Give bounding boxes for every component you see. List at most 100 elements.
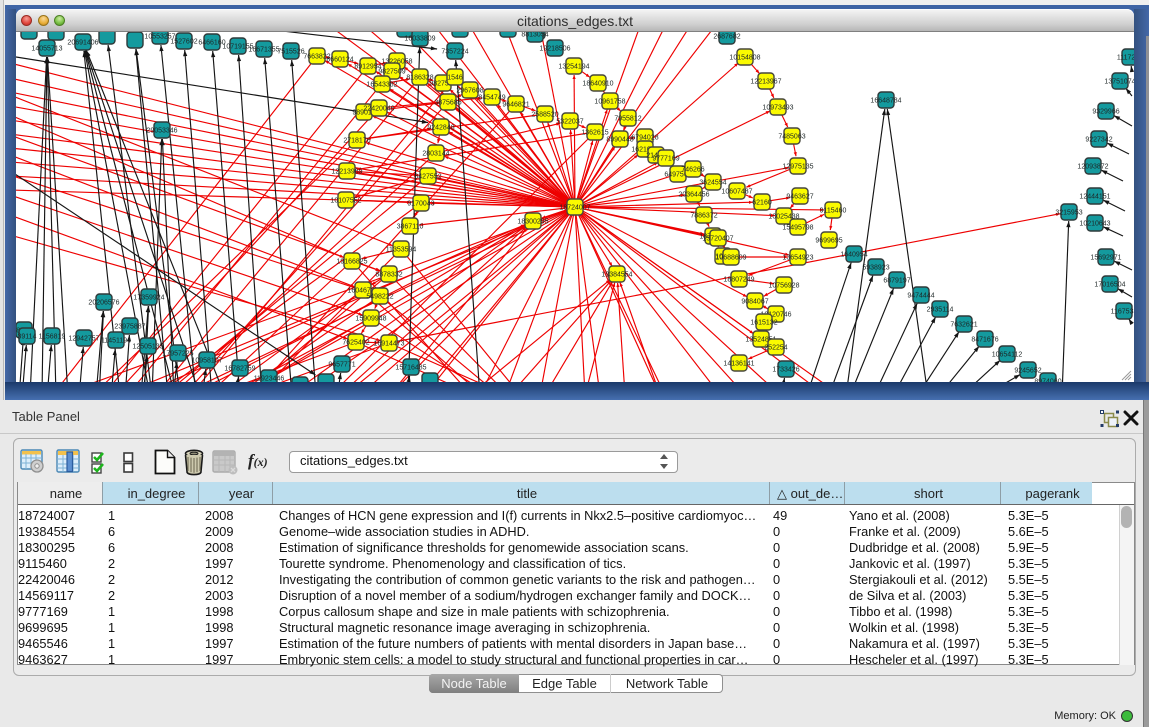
svg-text:7625402: 7625402: [342, 340, 369, 347]
svg-text:8813054: 8813054: [521, 32, 548, 39]
svg-text:10154808: 10154808: [729, 55, 760, 62]
svg-text:18724007: 18724007: [559, 205, 590, 212]
svg-text:12213967: 12213967: [750, 79, 781, 86]
svg-text:9777169: 9777169: [652, 156, 679, 163]
svg-text:15909948: 15909948: [355, 316, 386, 323]
svg-text:8974060: 8974060: [1034, 379, 1061, 383]
svg-text:2718176: 2718176: [343, 138, 370, 145]
svg-text:1167533: 1167533: [1111, 309, 1134, 316]
svg-text:9827509: 9827509: [378, 69, 405, 76]
svg-text:3624554: 3624554: [699, 180, 726, 187]
svg-text:252254: 252254: [764, 345, 787, 352]
svg-text:16648784: 16648784: [870, 98, 901, 105]
svg-text:39114: 39114: [18, 334, 37, 341]
svg-text:9657771: 9657771: [328, 362, 355, 369]
svg-text:1546: 1546: [447, 75, 463, 82]
svg-text:11451194: 11451194: [101, 338, 131, 345]
svg-text:8427552: 8427552: [414, 174, 441, 181]
svg-text:12505135: 12505135: [132, 344, 163, 351]
svg-text:9227342: 9227342: [1085, 137, 1112, 144]
svg-text:23975887: 23975887: [114, 324, 145, 331]
svg-text:20364456: 20364456: [678, 192, 709, 199]
svg-text:1117231: 1117231: [1117, 55, 1134, 62]
svg-text:7357224: 7357224: [441, 49, 468, 56]
svg-text:1156819: 1156819: [39, 334, 66, 341]
svg-text:17359924: 17359924: [133, 295, 164, 302]
svg-text:14136141: 14136141: [723, 361, 754, 368]
svg-text:62160: 62160: [752, 200, 772, 207]
svg-text:7632621: 7632621: [950, 322, 977, 329]
svg-text:9474444: 9474444: [907, 293, 934, 300]
svg-text:2687682: 2687682: [713, 34, 740, 41]
svg-text:1615132: 1615132: [750, 320, 777, 327]
svg-text:16033809: 16033809: [404, 36, 435, 43]
svg-text:1640954: 1640954: [840, 252, 867, 259]
svg-text:12444151: 12444151: [1079, 194, 1110, 201]
svg-text:10756928: 10756928: [768, 283, 799, 290]
svg-text:9170043: 9170043: [407, 201, 434, 208]
svg-text:7886372: 7886372: [690, 213, 717, 220]
svg-text:19166825: 19166825: [336, 259, 367, 266]
svg-text:12093872: 12093872: [1077, 164, 1108, 171]
svg-text:8878332: 8878332: [375, 272, 402, 279]
svg-text:17016504: 17016504: [1094, 282, 1125, 289]
svg-text:11353594: 11353594: [386, 247, 417, 254]
svg-text:16543382: 16543382: [366, 82, 397, 89]
svg-text:18807249: 18807249: [723, 277, 754, 284]
svg-text:10958107: 10958107: [191, 358, 222, 365]
svg-text:10654112: 10654112: [992, 352, 1023, 359]
svg-text:5498222: 5498222: [366, 294, 393, 301]
svg-text:9084067: 9084067: [741, 299, 768, 306]
svg-text:3215953: 3215953: [1055, 210, 1082, 217]
svg-text:10107552: 10107552: [330, 198, 361, 205]
svg-text:9329966: 9329966: [1092, 109, 1119, 116]
svg-text:15716485: 15716485: [395, 365, 426, 372]
svg-text:8990448: 8990448: [606, 137, 633, 144]
svg-text:3867110: 3867110: [397, 224, 424, 231]
svg-text:18640910: 18640910: [582, 81, 613, 88]
svg-text:3875685: 3875685: [434, 100, 461, 107]
svg-text:5322037: 5322037: [556, 119, 583, 126]
svg-text:9463627: 9463627: [786, 194, 813, 201]
svg-text:7955812: 7955812: [614, 116, 641, 123]
svg-text:12975135: 12975135: [782, 164, 813, 171]
svg-text:29053346: 29053346: [146, 128, 177, 135]
svg-text:10688609: 10688609: [715, 255, 746, 262]
svg-text:2967608: 2967608: [456, 88, 483, 95]
svg-text:1527602: 1527602: [170, 39, 197, 46]
svg-text:10961758: 10961758: [594, 99, 625, 106]
svg-text:8660124: 8660124: [326, 57, 353, 64]
svg-text:2803144: 2803144: [422, 151, 449, 158]
svg-text:1362615: 1362615: [581, 130, 608, 137]
svg-text:11923446: 11923446: [254, 376, 285, 383]
svg-text:13254194: 13254194: [558, 64, 589, 71]
svg-text:13654923: 13654923: [782, 255, 813, 262]
svg-text:16671355: 16671355: [248, 47, 279, 54]
svg-text:20206576: 20206576: [88, 300, 119, 307]
svg-text:7515526: 7515526: [277, 49, 304, 56]
svg-text:19218506: 19218506: [539, 46, 570, 53]
svg-text:746266: 746266: [681, 167, 704, 174]
svg-text:16782759: 16782759: [224, 366, 255, 373]
svg-text:9699695: 9699695: [815, 238, 842, 245]
svg-text:5938923: 5938923: [862, 265, 889, 272]
svg-text:2935114: 2935114: [927, 307, 954, 314]
svg-text:1733426: 1733426: [772, 367, 799, 374]
svg-text:18300295: 18300295: [517, 219, 548, 226]
svg-text:16914473: 16914473: [373, 341, 404, 348]
svg-text:19384554: 19384554: [601, 272, 632, 279]
svg-text:14055713: 14055713: [31, 46, 62, 53]
svg-text:2588520: 2588520: [531, 112, 558, 119]
svg-text:9115460: 9115460: [820, 208, 847, 215]
svg-text:6879197: 6879197: [883, 278, 910, 285]
svg-text:20691406: 20691406: [67, 40, 98, 47]
svg-text:15495798: 15495798: [782, 225, 813, 232]
svg-text:15692971: 15692971: [1090, 255, 1121, 262]
svg-text:8454749: 8454749: [478, 95, 505, 102]
svg-text:22420046: 22420046: [363, 106, 394, 113]
svg-text:8471676: 8471676: [971, 337, 998, 344]
svg-text:10210643: 10210643: [1079, 221, 1110, 228]
svg-text:12942757: 12942757: [68, 336, 99, 343]
svg-text:10607487: 10607487: [721, 189, 752, 196]
svg-text:9242848: 9242848: [427, 125, 454, 132]
